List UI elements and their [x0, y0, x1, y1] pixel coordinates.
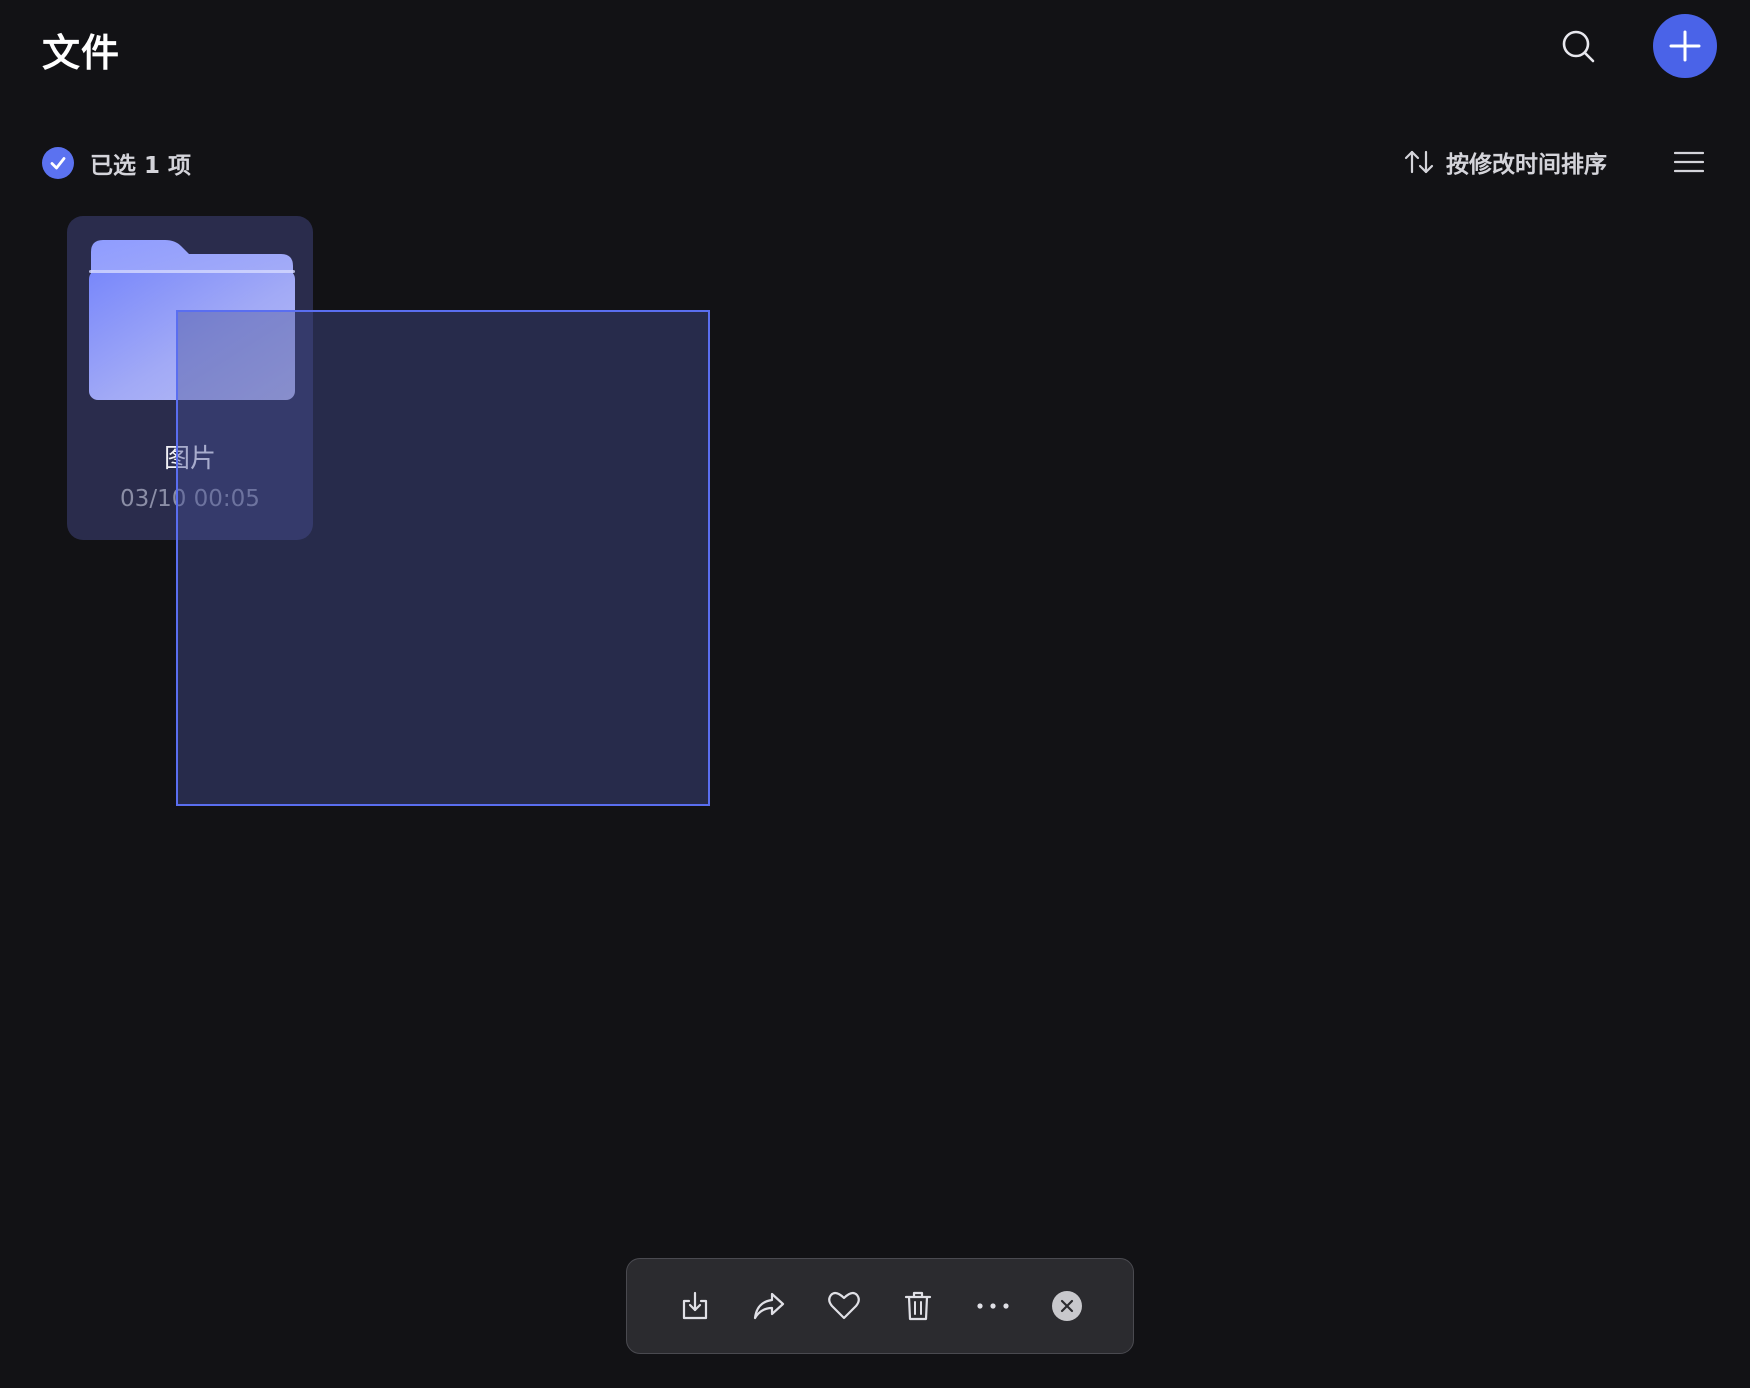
selected-count-label: 已选 1 项: [90, 153, 192, 179]
folder-name: 图片: [163, 444, 216, 474]
close-selection-button[interactable]: [1045, 1284, 1089, 1328]
view-mode-button[interactable]: [1672, 146, 1706, 178]
close-icon: [1051, 1291, 1082, 1321]
favorite-icon: [827, 1291, 860, 1320]
folder-icon: [89, 240, 295, 400]
search-button[interactable]: [1558, 26, 1602, 70]
sort-arrows-icon: [1404, 150, 1434, 174]
delete-button[interactable]: [896, 1284, 940, 1328]
select-all-checkbox[interactable]: [42, 147, 74, 179]
sort-label: 按修改时间排序: [1446, 152, 1607, 178]
checkmark-icon: [50, 157, 66, 170]
more-icon: [976, 1303, 1009, 1309]
share-button[interactable]: [747, 1284, 791, 1328]
folder-item[interactable]: 图片 03/10 00:05: [67, 216, 313, 540]
selection-action-toolbar: [626, 1258, 1134, 1354]
more-button[interactable]: [971, 1284, 1015, 1328]
share-icon: [754, 1292, 785, 1320]
selection-status: 已选 1 项: [42, 146, 191, 180]
favorite-button[interactable]: [822, 1284, 866, 1328]
page-title: 文件: [42, 31, 121, 75]
download-icon: [682, 1291, 708, 1320]
sort-button[interactable]: 按修改时间排序: [1404, 144, 1607, 180]
add-button[interactable]: [1653, 14, 1717, 78]
download-button[interactable]: [673, 1284, 717, 1328]
plus-icon: [1669, 30, 1701, 62]
folder-modified-time: 03/10 00:05: [120, 486, 260, 512]
search-icon: [1562, 30, 1595, 63]
list-view-icon: [1674, 151, 1704, 173]
delete-icon: [905, 1291, 932, 1321]
